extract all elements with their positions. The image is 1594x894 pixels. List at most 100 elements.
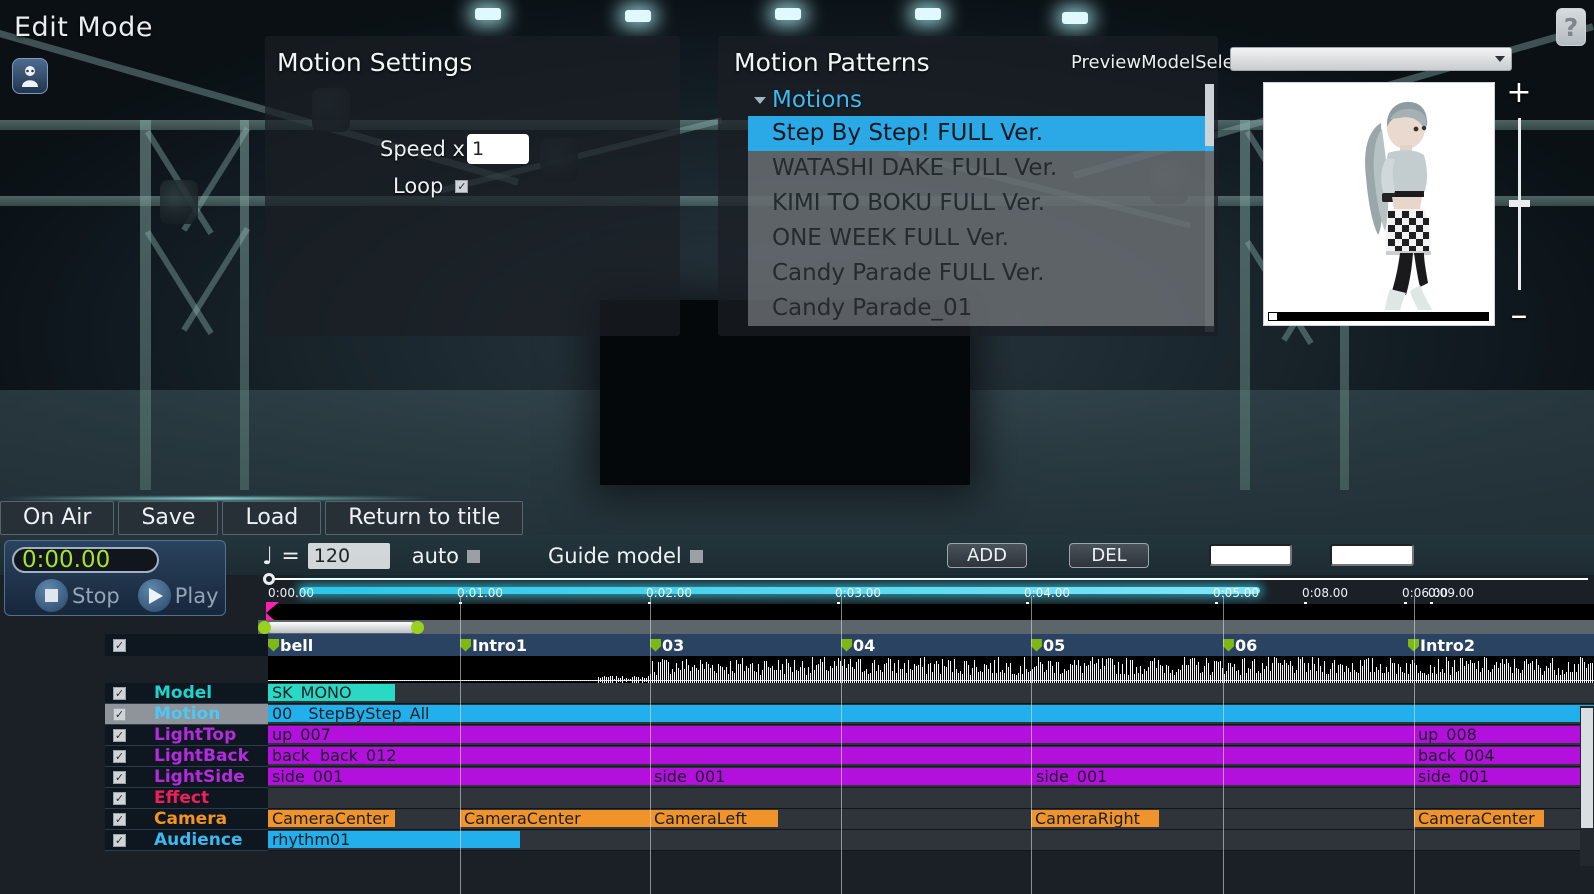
track-label-cell-lighttop[interactable]: ✓ LightTop — [105, 725, 268, 746]
track-label-cell-lightback[interactable]: ✓ LightBack — [105, 746, 268, 767]
track-row[interactable]: ✓ LightTop up_007 up_008 — [0, 725, 1594, 746]
timeline-range-bar[interactable] — [258, 620, 1594, 634]
toolbar-button-return-to-title[interactable]: Return to title — [325, 501, 524, 535]
motion-list-item[interactable]: Candy Parade FULL Ver. — [748, 256, 1214, 291]
track-label-cell-lightside[interactable]: ✓ LightSide — [105, 767, 268, 788]
motion-list-item[interactable]: ONE WEEK FULL Ver. — [748, 221, 1214, 256]
add-button[interactable]: ADD — [947, 543, 1027, 568]
track-clip[interactable]: side_001 — [1032, 768, 1414, 785]
track-lane-model[interactable]: SK_MONO — [268, 683, 1594, 704]
track-visibility-checkbox[interactable]: ✓ — [113, 707, 126, 721]
zoom-out-button[interactable]: – — [1505, 298, 1533, 332]
track-clip[interactable]: back_004 — [1414, 747, 1594, 764]
timeline-field-1[interactable] — [1209, 544, 1292, 566]
track-clip[interactable]: SK_MONO — [268, 684, 395, 701]
del-button[interactable]: DEL — [1069, 543, 1149, 568]
truss-diagonal — [144, 230, 214, 335]
range-handle-left[interactable] — [258, 621, 271, 634]
ruler-tick-label: 0:00.00 — [268, 586, 315, 600]
track-row[interactable]: ✓ Camera CameraCenter CameraCenter CameraLef… — [0, 809, 1594, 830]
track-clip[interactable]: 00__StepByStep_All — [268, 705, 1594, 722]
track-label-cell-model[interactable]: ✓ Model — [105, 683, 268, 704]
timeline-field-2[interactable] — [1330, 544, 1414, 566]
track-clip[interactable]: side_001 — [650, 768, 1032, 785]
loop-checkbox[interactable]: ✓ — [455, 179, 469, 193]
help-button[interactable]: ? — [1556, 8, 1586, 46]
bpm-input[interactable] — [307, 543, 390, 569]
ruler-tick-label: 0:09.00 — [1428, 586, 1475, 600]
guide-model-checkbox[interactable] — [689, 549, 703, 563]
track-name: Motion — [154, 704, 221, 724]
track-label-cell-audience[interactable]: ✓ Audience — [105, 830, 268, 851]
scrollbar-thumb[interactable] — [1205, 84, 1214, 146]
timeline-range-fill[interactable] — [266, 622, 416, 633]
motion-list-item[interactable]: Step By Step! FULL Ver. — [748, 116, 1214, 151]
add-del-group: ADD DEL — [947, 543, 1149, 568]
preview-model-select-dropdown[interactable] — [1230, 47, 1512, 71]
track-lane-audience[interactable]: rhythm01 — [268, 830, 1594, 851]
track-row[interactable]: ✓ Effect — [0, 788, 1594, 809]
track-visibility-checkbox[interactable]: ✓ — [113, 749, 126, 763]
track-visibility-checkbox[interactable]: ✓ — [113, 728, 126, 742]
track-label-cell-effect[interactable]: ✓ Effect — [105, 788, 268, 809]
track-lane-motion[interactable]: 00__StepByStep_All — [268, 704, 1594, 725]
track-clip[interactable]: up_007 — [268, 726, 1414, 743]
track-lane-effect[interactable] — [268, 788, 1594, 809]
speed-input[interactable] — [466, 134, 529, 164]
ruler-tick-label: 0:05.00 — [1213, 586, 1260, 600]
track-clip[interactable]: side_001 — [1414, 768, 1594, 785]
track-row[interactable]: ✓LightBackback_012back_012back_004 — [0, 746, 1594, 767]
range-handle-right[interactable] — [411, 621, 424, 634]
motion-list-root[interactable]: Motions — [748, 84, 1214, 116]
motion-list-item[interactable]: Candy Parade_01 — [748, 291, 1214, 326]
track-name: Effect — [154, 788, 210, 808]
track-clip[interactable]: CameraCenter — [1414, 810, 1544, 827]
track-visibility-checkbox[interactable]: ✓ — [113, 686, 126, 700]
track-visibility-checkbox[interactable]: ✓ — [113, 770, 126, 784]
track-lane-lighttop[interactable]: up_007 up_008 — [268, 725, 1594, 746]
ruler-scroll-handle[interactable] — [263, 573, 275, 585]
auto-checkbox[interactable] — [467, 549, 481, 563]
track-clip[interactable]: up_008 — [1414, 726, 1594, 743]
track-lane-camera[interactable]: CameraCenter CameraCenter CameraLeft Camera… — [268, 809, 1594, 830]
model-preview[interactable] — [1263, 82, 1495, 326]
track-clip[interactable]: CameraCenter — [268, 810, 395, 827]
avatar[interactable] — [12, 58, 48, 94]
track-visibility-checkbox[interactable]: ✓ — [113, 833, 126, 847]
motion-list-item[interactable]: WATASHI DAKE FULL Ver. — [748, 151, 1214, 186]
track-visibility-checkbox[interactable]: ✓ — [113, 791, 126, 805]
track-clip[interactable]: rhythm01 — [268, 831, 520, 848]
track-row[interactable]: ✓ Model SK_MONO — [0, 683, 1594, 704]
track-clip[interactable]: back_012 — [268, 747, 316, 764]
tracks-vertical-scrollbar[interactable] — [1580, 706, 1594, 866]
toolbar-button-load[interactable]: Load — [222, 501, 322, 535]
track-label-cell-camera[interactable]: ✓ Camera — [105, 809, 268, 830]
track-row[interactable]: ✓ LightSide side_001 side_001 side_001 side_0… — [0, 767, 1594, 788]
track-clip[interactable]: side_001 — [268, 768, 650, 785]
track-clip[interactable]: CameraCenter — [460, 810, 650, 827]
track-visibility-checkbox[interactable]: ✓ — [113, 812, 126, 826]
track-row[interactable]: ✓ Audience rhythm01 — [0, 830, 1594, 851]
track-label-cell-motion[interactable]: ✓ Motion — [105, 704, 268, 725]
track-lane-lightside[interactable]: side_001 side_001 side_001 side_001 — [268, 767, 1594, 788]
track-row[interactable]: ✓ Motion 00__StepByStep_All — [0, 704, 1594, 725]
scrollbar-thumb[interactable] — [1269, 313, 1277, 320]
preview-horizontal-scrollbar[interactable] — [1266, 310, 1491, 323]
track-clip[interactable]: CameraRight — [1031, 810, 1159, 827]
track-lane-lightback[interactable]: back_012back_012back_004 — [268, 746, 1594, 767]
toolbar-button-on-air[interactable]: On Air — [0, 501, 115, 535]
motion-list[interactable]: Motions Step By Step! FULL Ver. WATASHI D… — [748, 84, 1214, 332]
speed-row: Speed x — [380, 134, 529, 164]
bpm-group: ♩ = auto Guide model — [262, 543, 703, 569]
toolbar-button-save[interactable]: Save — [118, 501, 219, 535]
track-name: Model — [154, 683, 213, 703]
track-clip[interactable]: CameraLeft — [650, 810, 778, 827]
track-clip[interactable]: back_012 — [316, 747, 1414, 764]
preview-zoom-slider[interactable]: + – — [1505, 78, 1533, 333]
zoom-slider-thumb[interactable] — [1509, 200, 1530, 207]
motion-list-item[interactable]: KIMI TO BOKU FULL Ver. — [748, 186, 1214, 221]
zoom-in-button[interactable]: + — [1505, 78, 1533, 108]
motion-list-scrollbar[interactable] — [1205, 84, 1214, 332]
stage-lamp — [160, 180, 198, 224]
scrollbar-thumb[interactable] — [1581, 708, 1593, 828]
